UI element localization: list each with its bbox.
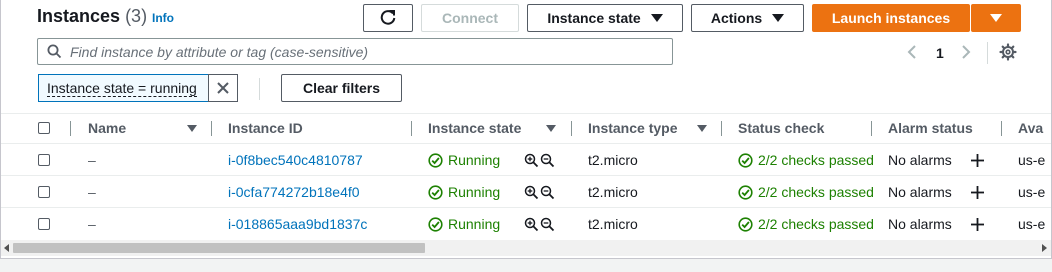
column-divider	[571, 121, 572, 136]
check-circle-icon	[738, 185, 753, 200]
check-circle-icon	[428, 153, 443, 168]
column-divider	[70, 121, 71, 136]
check-circle-icon	[428, 185, 443, 200]
zoom-in-icon[interactable]	[524, 153, 539, 168]
column-divider	[721, 121, 722, 136]
refresh-button[interactable]	[363, 4, 413, 32]
row-divider	[1, 207, 1051, 208]
pager-divider	[987, 42, 988, 64]
zoom-in-icon[interactable]	[524, 185, 539, 200]
instance-type-value: t2.micro	[588, 216, 638, 232]
column-header-name[interactable]: Name	[88, 120, 126, 136]
gear-icon[interactable]	[999, 43, 1017, 61]
close-icon	[217, 82, 229, 94]
zoom-out-icon[interactable]	[540, 153, 555, 168]
instance-name: –	[88, 184, 96, 200]
column-header-alarm-status[interactable]: Alarm status	[888, 120, 973, 136]
status-check-value[interactable]: 2/2 checks passed	[758, 152, 874, 168]
sort-icon[interactable]	[546, 125, 556, 132]
remove-filter-button[interactable]	[208, 74, 238, 102]
instance-count: (3)	[125, 6, 148, 26]
next-page-icon[interactable]	[959, 44, 973, 60]
availability-zone-value: us-e	[1018, 184, 1046, 200]
scroll-right-icon[interactable]	[1042, 244, 1047, 252]
launch-dropdown-button[interactable]	[971, 4, 1021, 32]
status-check-value[interactable]: 2/2 checks passed	[758, 184, 874, 200]
zoom-out-icon[interactable]	[540, 217, 555, 232]
check-circle-icon	[738, 153, 753, 168]
column-header-instance-id[interactable]: Instance ID	[228, 120, 303, 136]
page-title: Instances (3)	[37, 6, 147, 27]
search-icon	[47, 44, 62, 59]
row-divider	[1, 175, 1051, 176]
header-bottom-border	[1, 143, 1051, 144]
filter-chip[interactable]: Instance state = running	[38, 74, 209, 102]
availability-zone-value: us-e	[1018, 152, 1046, 168]
refresh-icon	[380, 10, 396, 25]
instance-state-value: Running	[448, 184, 501, 200]
check-circle-icon	[428, 217, 443, 232]
instance-id-link[interactable]: i-018865aaa9bd1837c	[228, 216, 367, 232]
sort-icon[interactable]	[187, 125, 197, 132]
plus-icon[interactable]	[970, 185, 985, 200]
instance-state-value: Running	[448, 152, 501, 168]
instance-state-value: Running	[448, 216, 501, 232]
status-check-value[interactable]: 2/2 checks passed	[758, 216, 874, 232]
instance-type-value: t2.micro	[588, 152, 638, 168]
column-divider	[211, 121, 212, 136]
instance-name: –	[88, 216, 96, 232]
page-number[interactable]: 1	[936, 45, 944, 61]
actions-label: Actions	[710, 10, 763, 26]
alarm-status-value: No alarms	[888, 152, 952, 168]
filter-divider	[259, 78, 260, 100]
clear-filters-button[interactable]: Clear filters	[281, 74, 402, 102]
instances-panel: Instances (3) Info Connect Instance stat…	[0, 0, 1052, 259]
instance-id-link[interactable]: i-0cfa774272b18e4f0	[228, 184, 360, 200]
launch-instances-button[interactable]: Launch instances	[812, 4, 970, 32]
column-header-instance-state[interactable]: Instance state	[428, 120, 521, 136]
row-checkbox[interactable]	[38, 218, 50, 230]
column-divider	[1001, 121, 1002, 136]
caret-down-icon	[650, 14, 663, 22]
plus-icon[interactable]	[970, 153, 985, 168]
sort-icon[interactable]	[697, 125, 707, 132]
select-all-checkbox[interactable]	[38, 122, 50, 134]
alarm-status-value: No alarms	[888, 184, 952, 200]
column-header-availability-zone[interactable]: Ava	[1018, 120, 1043, 136]
actions-button[interactable]: Actions	[691, 4, 804, 32]
column-divider	[411, 121, 412, 136]
instance-type-value: t2.micro	[588, 184, 638, 200]
info-link[interactable]: Info	[152, 11, 174, 25]
scrollbar-thumb[interactable]	[13, 243, 425, 253]
zoom-in-icon[interactable]	[524, 217, 539, 232]
column-header-instance-type[interactable]: Instance type	[588, 120, 677, 136]
table-top-border	[1, 113, 1051, 114]
instance-state-button[interactable]: Instance state	[527, 4, 683, 32]
search-input[interactable]: Find instance by attribute or tag (case-…	[37, 38, 673, 65]
check-circle-icon	[738, 217, 753, 232]
availability-zone-value: us-e	[1018, 216, 1046, 232]
title-text: Instances	[37, 6, 121, 26]
plus-icon[interactable]	[970, 217, 985, 232]
instance-id-link[interactable]: i-0f8bec540c4810787	[228, 152, 363, 168]
instance-state-label: Instance state	[547, 10, 641, 26]
instance-name: –	[88, 152, 96, 168]
row-checkbox[interactable]	[38, 186, 50, 198]
connect-button[interactable]: Connect	[421, 4, 519, 32]
previous-page-icon[interactable]	[905, 44, 919, 60]
row-checkbox[interactable]	[38, 154, 50, 166]
zoom-out-icon[interactable]	[540, 185, 555, 200]
caret-down-icon	[990, 14, 1002, 22]
filter-chip-label: Instance state = running	[47, 79, 197, 97]
caret-down-icon	[772, 14, 785, 22]
search-placeholder: Find instance by attribute or tag (case-…	[70, 43, 369, 60]
column-header-status-check[interactable]: Status check	[738, 120, 824, 136]
column-divider	[871, 121, 872, 136]
scroll-left-icon[interactable]	[4, 244, 9, 252]
alarm-status-value: No alarms	[888, 216, 952, 232]
